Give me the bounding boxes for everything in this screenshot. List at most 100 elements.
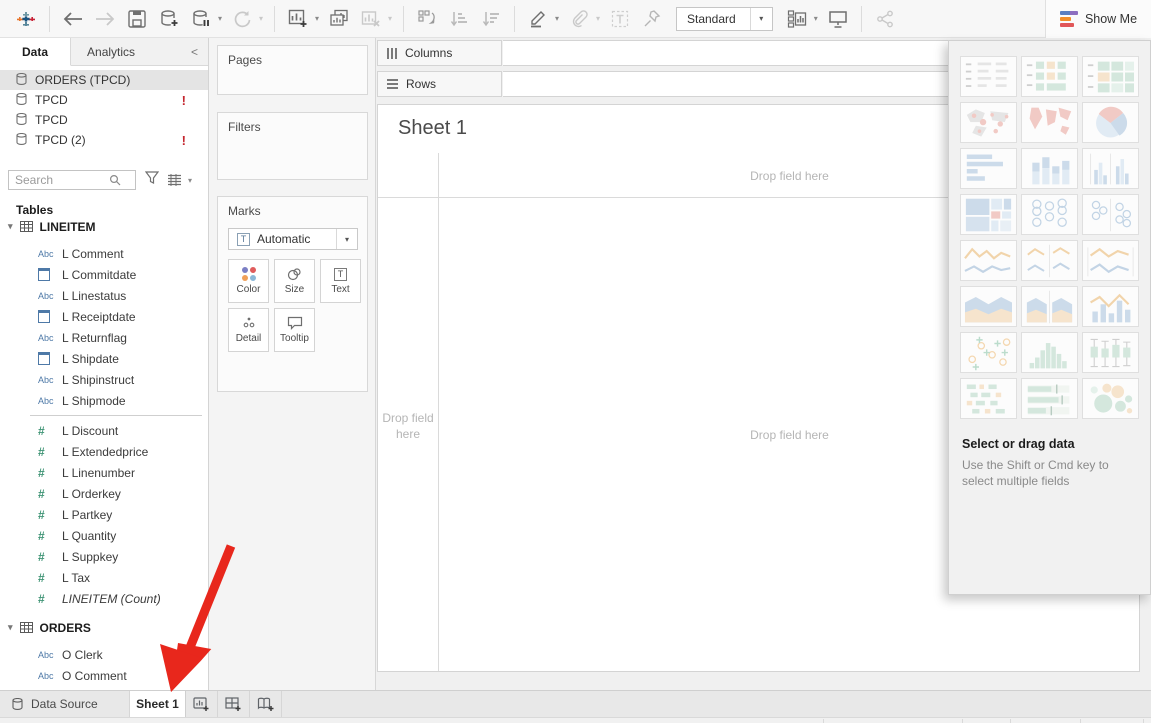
- color-button[interactable]: Color: [228, 259, 269, 303]
- field-row[interactable]: L Quantity: [0, 525, 208, 546]
- table-lineitem[interactable]: ▾ LINEITEM: [0, 216, 208, 237]
- showme-dual-combination[interactable]: [1082, 286, 1139, 327]
- showme-circle-views[interactable]: [1021, 194, 1078, 235]
- showme-side-by-side-bars[interactable]: [1082, 148, 1139, 189]
- new-dashboard-tab-button[interactable]: [218, 691, 250, 717]
- undo-button[interactable]: [60, 6, 86, 32]
- showme-lines-continuous[interactable]: [960, 240, 1017, 281]
- clear-sheet-button[interactable]: [358, 6, 384, 32]
- showme-bullet-graph[interactable]: [1021, 378, 1078, 419]
- show-mark-labels-button[interactable]: [607, 6, 633, 32]
- datasource-item[interactable]: TPCD (2): [0, 130, 208, 150]
- field-row[interactable]: L Partkey: [0, 504, 208, 525]
- data-source-tab[interactable]: Data Source: [0, 691, 130, 717]
- sort-ascending-button[interactable]: [446, 6, 472, 32]
- fit-selector[interactable]: Standard ▾: [676, 7, 773, 31]
- showme-lines-discrete[interactable]: [1021, 240, 1078, 281]
- tooltip-button[interactable]: Tooltip: [274, 308, 315, 352]
- save-button[interactable]: [124, 6, 150, 32]
- field-row[interactable]: L Suppkey: [0, 546, 208, 567]
- field-row[interactable]: L Discount: [0, 420, 208, 441]
- new-worksheet-caret-icon[interactable]: ▾: [312, 14, 322, 23]
- field-row[interactable]: L Commitdate: [0, 264, 208, 285]
- showme-filled-map[interactable]: [1021, 102, 1078, 143]
- pause-updates-caret-icon[interactable]: ▾: [215, 14, 225, 23]
- field-row[interactable]: O Clerk: [0, 644, 208, 665]
- showme-stacked-bars[interactable]: [1021, 148, 1078, 189]
- refresh-button[interactable]: [229, 6, 255, 32]
- sheet-1-tab[interactable]: Sheet 1: [130, 691, 186, 717]
- showme-horizontal-bars[interactable]: [960, 148, 1017, 189]
- fix-axes-button[interactable]: [639, 6, 665, 32]
- showme-box-and-whisker[interactable]: [1082, 332, 1139, 373]
- showme-symbol-map[interactable]: [960, 102, 1017, 143]
- showme-side-by-side-circles[interactable]: [1082, 194, 1139, 235]
- field-row[interactable]: L Linestatus: [0, 285, 208, 306]
- mark-type-caret-icon[interactable]: ▾: [336, 229, 357, 249]
- showme-scatter-plot[interactable]: [960, 332, 1017, 373]
- showme-gantt[interactable]: [960, 378, 1017, 419]
- collapse-pane-icon[interactable]: <: [181, 38, 208, 65]
- text-button[interactable]: T Text: [320, 259, 361, 303]
- drop-zone-rows[interactable]: Drop field here: [378, 410, 438, 442]
- pause-auto-updates-button[interactable]: [188, 6, 214, 32]
- search-input[interactable]: [9, 173, 109, 187]
- swap-rows-columns-button[interactable]: [414, 6, 440, 32]
- new-story-tab-button[interactable]: [250, 691, 282, 717]
- highlight-button[interactable]: [525, 6, 551, 32]
- tab-analytics[interactable]: Analytics: [71, 38, 151, 65]
- datasource-item[interactable]: TPCD: [0, 110, 208, 130]
- field-row[interactable]: L Returnflag: [0, 327, 208, 348]
- detail-button[interactable]: Detail: [228, 308, 269, 352]
- search-box[interactable]: [8, 170, 136, 190]
- field-row[interactable]: L Shipdate: [0, 348, 208, 369]
- field-row[interactable]: L Linenumber: [0, 462, 208, 483]
- clear-sheet-caret-icon[interactable]: ▾: [385, 14, 395, 23]
- pages-card[interactable]: Pages: [217, 45, 368, 95]
- showme-packed-bubbles[interactable]: [1082, 378, 1139, 419]
- showme-area-continuous[interactable]: [960, 286, 1017, 327]
- field-row[interactable]: L Extendedprice: [0, 441, 208, 462]
- table-orders[interactable]: ▾ ORDERS: [0, 617, 208, 638]
- chevron-down-icon[interactable]: ▾: [8, 221, 13, 232]
- showme-dual-lines[interactable]: [1082, 240, 1139, 281]
- field-row[interactable]: L Shipinstruct: [0, 369, 208, 390]
- sort-descending-button[interactable]: [478, 6, 504, 32]
- highlight-caret-icon[interactable]: ▾: [552, 14, 562, 23]
- show-me-button[interactable]: Show Me: [1045, 0, 1151, 38]
- fit-selector-caret-icon[interactable]: ▾: [750, 8, 772, 30]
- field-row[interactable]: O Comment: [0, 665, 208, 686]
- chevron-down-icon[interactable]: ▾: [8, 622, 13, 633]
- showme-heat-map[interactable]: [1082, 56, 1139, 97]
- field-row[interactable]: L Tax: [0, 567, 208, 588]
- share-button[interactable]: [872, 6, 898, 32]
- group-caret-icon[interactable]: ▾: [593, 14, 603, 23]
- field-row[interactable]: L Orderkey: [0, 483, 208, 504]
- showme-pie-chart[interactable]: [1082, 102, 1139, 143]
- new-worksheet-button[interactable]: [285, 6, 311, 32]
- new-datasource-button[interactable]: [156, 6, 182, 32]
- new-worksheet-tab-button[interactable]: [186, 691, 218, 717]
- showme-text-table[interactable]: [960, 56, 1017, 97]
- showme-histogram[interactable]: [1021, 332, 1078, 373]
- show-hide-cards-button[interactable]: [784, 6, 810, 32]
- showme-highlight-table[interactable]: [1021, 56, 1078, 97]
- redo-button[interactable]: [92, 6, 118, 32]
- showme-area-discrete[interactable]: [1021, 286, 1078, 327]
- presentation-mode-button[interactable]: [825, 6, 851, 32]
- field-row[interactable]: LINEITEM (Count): [0, 588, 208, 609]
- view-as-button[interactable]: ▾: [167, 174, 196, 186]
- datasource-item[interactable]: TPCD: [0, 90, 208, 110]
- field-row[interactable]: L Comment: [0, 243, 208, 264]
- duplicate-sheet-button[interactable]: [326, 6, 352, 32]
- show-hide-cards-caret-icon[interactable]: ▾: [811, 14, 821, 23]
- showme-treemap[interactable]: [960, 194, 1017, 235]
- filters-card[interactable]: Filters: [217, 112, 368, 180]
- mark-type-dropdown[interactable]: T Automatic ▾: [228, 228, 358, 250]
- tab-data[interactable]: Data: [0, 38, 71, 66]
- view-as-caret-icon[interactable]: ▾: [185, 176, 195, 185]
- filter-fields-icon[interactable]: [145, 171, 159, 189]
- field-row[interactable]: L Receiptdate: [0, 306, 208, 327]
- group-members-button[interactable]: [566, 6, 592, 32]
- size-button[interactable]: Size: [274, 259, 315, 303]
